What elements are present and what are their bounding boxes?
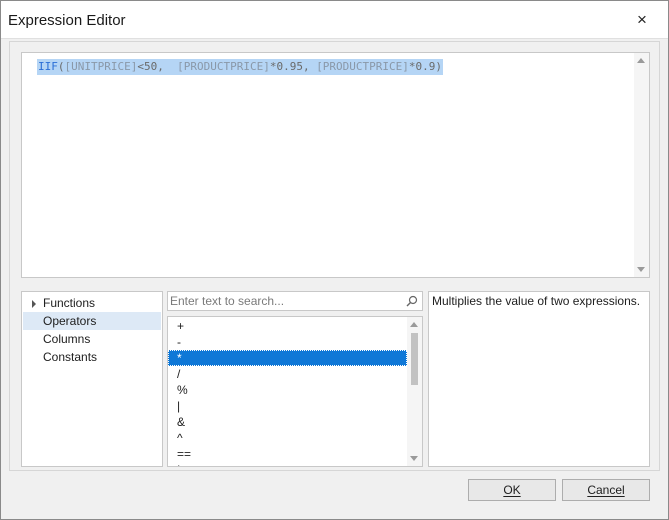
expand-arrow-icon[interactable] bbox=[32, 300, 36, 308]
description-text: Multiplies the value of two expressions. bbox=[432, 294, 641, 308]
scroll-up-icon[interactable] bbox=[637, 58, 645, 63]
operator-list[interactable]: !==^&|%/*-+ bbox=[167, 316, 423, 467]
expression-token: IIF bbox=[38, 60, 58, 73]
editor-scrollbar[interactable] bbox=[634, 53, 649, 277]
ok-button[interactable]: OK bbox=[468, 479, 556, 501]
category-label: Columns bbox=[43, 332, 91, 346]
search-field[interactable] bbox=[167, 291, 423, 311]
category-label: Functions bbox=[43, 296, 96, 310]
close-button[interactable]: × bbox=[627, 7, 657, 33]
category-tree[interactable]: Functions Operators Columns Constants bbox=[21, 291, 163, 467]
close-icon: × bbox=[637, 10, 647, 29]
operator-item[interactable]: ! bbox=[168, 462, 407, 466]
category-item-operators[interactable]: Operators bbox=[23, 312, 161, 330]
operator-item[interactable]: + bbox=[168, 318, 407, 334]
expression-token: [UNITPRICE] bbox=[64, 60, 138, 73]
scroll-down-icon[interactable] bbox=[637, 267, 645, 272]
expression-token: <50, bbox=[137, 60, 178, 73]
expression-token: *0.95, bbox=[269, 60, 317, 73]
operator-item[interactable]: ^ bbox=[168, 430, 407, 446]
expression-code[interactable]: IIF([UNITPRICE]<50, [PRODUCTPRICE]*0.95,… bbox=[37, 59, 444, 75]
search-icon[interactable] bbox=[406, 295, 418, 307]
operator-list-scrollbar[interactable] bbox=[407, 317, 422, 466]
description-panel: Multiplies the value of two expressions. bbox=[428, 291, 650, 467]
expression-text-area[interactable]: IIF([UNITPRICE]<50, [PRODUCTPRICE]*0.95,… bbox=[21, 52, 650, 278]
category-label: Operators bbox=[43, 314, 97, 328]
expression-token: [PRODUCTPRICE] bbox=[177, 60, 270, 73]
title-bar: Expression Editor × bbox=[1, 1, 668, 39]
scroll-down-icon[interactable] bbox=[410, 456, 418, 461]
operator-item[interactable]: % bbox=[168, 382, 407, 398]
expression-token: ( bbox=[57, 60, 65, 73]
scroll-up-icon[interactable] bbox=[410, 322, 418, 327]
expression-editor-window: Expression Editor × IIF([UNITPRICE]<50, … bbox=[0, 0, 669, 520]
category-item-functions[interactable]: Functions bbox=[23, 294, 161, 312]
operator-item[interactable]: | bbox=[168, 398, 407, 414]
expression-token: *0.9) bbox=[408, 60, 443, 73]
category-item-constants[interactable]: Constants bbox=[23, 348, 161, 366]
category-label: Constants bbox=[43, 350, 98, 364]
scroll-thumb[interactable] bbox=[411, 333, 418, 385]
operator-item[interactable]: - bbox=[168, 334, 407, 350]
category-item-columns[interactable]: Columns bbox=[23, 330, 161, 348]
operator-item[interactable]: == bbox=[168, 446, 407, 462]
search-input[interactable] bbox=[170, 293, 400, 309]
cancel-button-label: Cancel bbox=[587, 483, 625, 497]
window-title: Expression Editor bbox=[8, 12, 126, 29]
operator-item[interactable]: & bbox=[168, 414, 407, 430]
operator-item[interactable]: * bbox=[168, 350, 407, 366]
cancel-button[interactable]: Cancel bbox=[562, 479, 650, 501]
operator-item[interactable]: / bbox=[168, 366, 407, 382]
expression-token: [PRODUCTPRICE] bbox=[316, 60, 409, 73]
ok-button-label: OK bbox=[503, 483, 521, 497]
